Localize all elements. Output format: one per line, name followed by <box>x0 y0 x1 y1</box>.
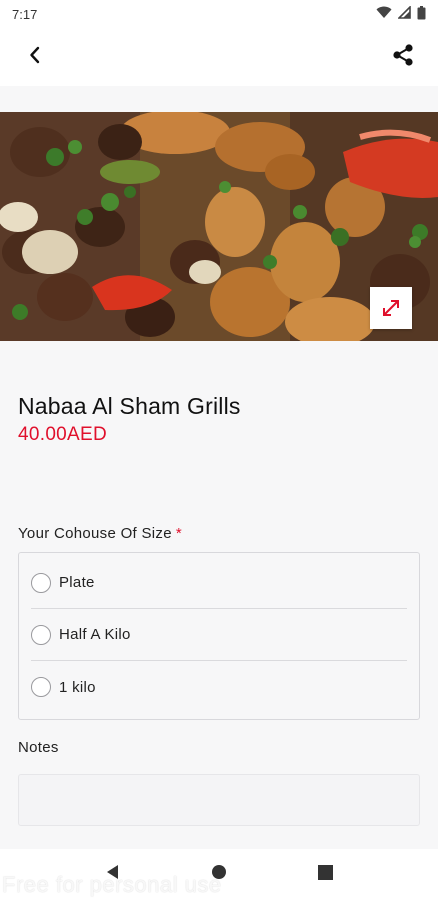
notes-label: Notes <box>18 739 59 756</box>
wifi-icon <box>376 6 392 22</box>
nav-recents-button[interactable] <box>305 855 345 895</box>
size-option-1-kilo[interactable]: 1 kilo <box>31 661 407 713</box>
expand-button[interactable] <box>370 287 412 329</box>
radio-button[interactable] <box>31 624 51 645</box>
status-bar: 7:17 <box>0 0 438 28</box>
notes-input[interactable] <box>18 774 420 826</box>
home-circle-icon <box>211 864 227 885</box>
share-icon <box>392 43 414 72</box>
battery-icon <box>417 5 426 23</box>
size-label-text: Your Cohouse Of Size <box>18 525 172 542</box>
app-bar <box>0 28 438 86</box>
status-time: 7:17 <box>12 6 38 22</box>
size-options-group: Plate Half A Kilo 1 kilo <box>18 552 420 720</box>
radio-button[interactable] <box>31 572 51 593</box>
nav-back-button[interactable] <box>93 855 133 895</box>
size-option-half-kilo[interactable]: Half A Kilo <box>31 609 407 661</box>
nav-home-button[interactable] <box>199 855 239 895</box>
signal-icon <box>397 5 411 22</box>
back-triangle-icon <box>105 864 121 885</box>
option-label: 1 kilo <box>59 678 96 696</box>
expand-icon <box>380 297 402 319</box>
product-image[interactable] <box>0 112 438 341</box>
recents-square-icon <box>317 864 333 885</box>
size-section-label: Your Cohouse Of Size * <box>18 525 182 542</box>
option-label: Plate <box>59 574 95 591</box>
system-nav-bar <box>0 849 438 900</box>
option-label: Half A Kilo <box>59 626 131 643</box>
required-mark: * <box>175 525 183 542</box>
back-arrow-icon <box>28 45 42 70</box>
product-title: Nabaa Al Sham Grills <box>18 393 241 419</box>
status-icons <box>376 5 426 23</box>
share-button[interactable] <box>386 40 420 74</box>
radio-button[interactable] <box>31 677 51 697</box>
size-option-plate[interactable]: Plate <box>31 557 407 609</box>
back-button[interactable] <box>18 40 52 74</box>
product-price: 40.00AED <box>18 424 108 445</box>
